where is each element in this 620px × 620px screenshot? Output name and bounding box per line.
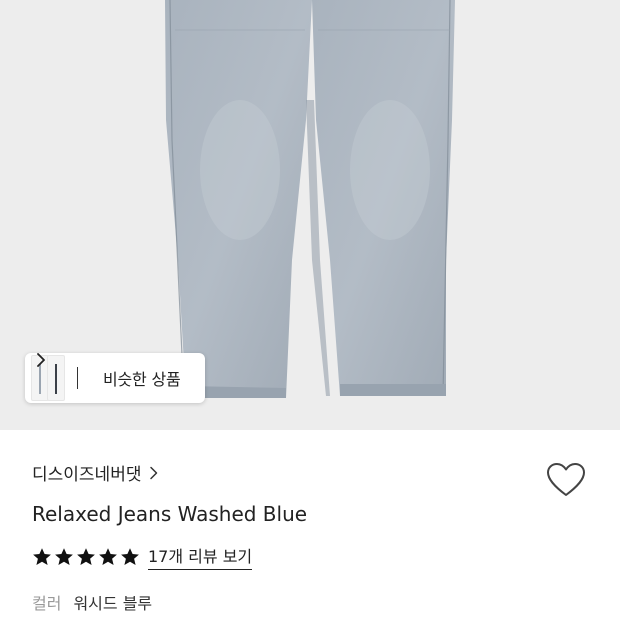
similar-products-label: 비슷한 상품 [103, 370, 181, 389]
heart-outline-icon[interactable] [546, 462, 586, 498]
brand-link[interactable]: 디스이즈네버댓 [32, 460, 159, 485]
star-rating [32, 547, 142, 567]
color-row: 컬러 워시드 블루 [32, 590, 152, 614]
color-value: 워시드 블루 [73, 594, 153, 613]
chevron-right-icon [37, 353, 45, 367]
similar-products-button[interactable]: 비슷한 상품 [25, 353, 205, 403]
star-filled-icon [99, 547, 117, 565]
similar-thumbnail [47, 355, 65, 401]
chip-divider [77, 367, 78, 389]
rating-row: 17개 리뷰 보기 [32, 543, 253, 570]
chevron-right-icon [150, 466, 158, 479]
reviews-link[interactable]: 17개 리뷰 보기 [148, 543, 253, 570]
star-filled-icon [121, 547, 139, 565]
product-image[interactable]: 비슷한 상품 [0, 0, 620, 430]
color-label: 컬러 [32, 594, 62, 613]
similar-thumbnails [25, 353, 78, 403]
star-filled-icon [33, 547, 51, 565]
brand-name: 디스이즈네버댓 [32, 465, 142, 485]
star-filled-icon [77, 547, 95, 565]
product-name: Relaxed Jeans Washed Blue [32, 502, 308, 526]
star-filled-icon [55, 547, 73, 565]
